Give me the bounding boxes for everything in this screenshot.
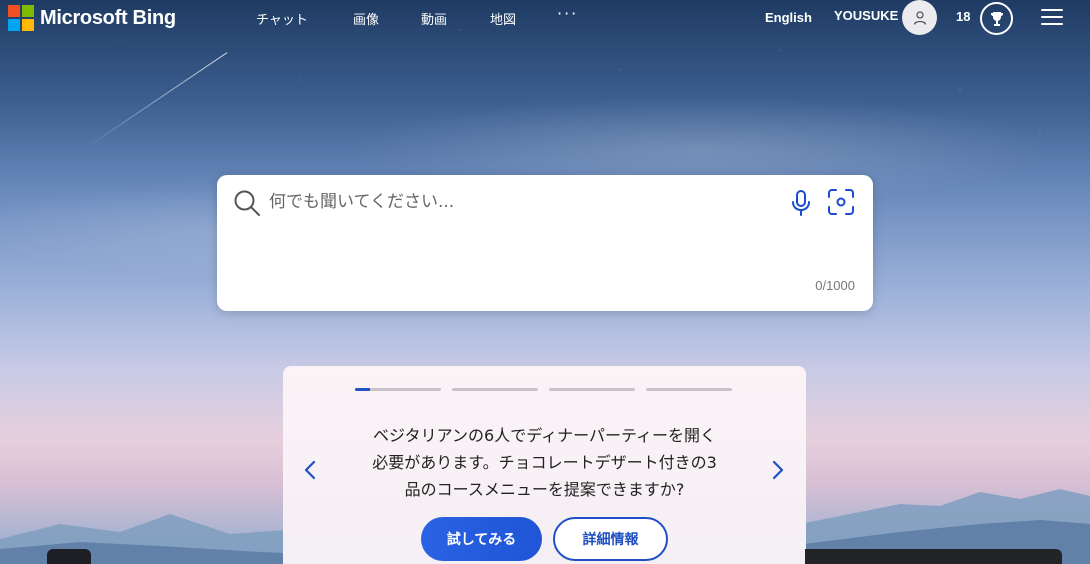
- nav-maps[interactable]: 地図: [490, 9, 516, 28]
- top-header: Microsoft Bing チャット 画像 動画 地図 ··· English…: [0, 0, 1090, 36]
- microsoft-logo-icon: [8, 5, 34, 31]
- suggestion-line-2: 必要があります。チョコレートデザート付きの3: [372, 453, 717, 472]
- character-counter: 0/1000: [815, 278, 855, 293]
- suggestion-line-1: ベジタリアンの6人でディナーパーティーを開く: [373, 426, 716, 445]
- suggestion-text: ベジタリアンの6人でディナーパーティーを開く 必要があります。チョコレートデザー…: [347, 422, 742, 503]
- progress-step-4[interactable]: [646, 388, 732, 391]
- search-input[interactable]: [269, 189, 769, 215]
- feed-tile-left[interactable]: [47, 549, 91, 564]
- user-name[interactable]: YOUSUKE: [834, 8, 898, 23]
- visual-search-icon[interactable]: [827, 188, 855, 220]
- person-icon[interactable]: [902, 0, 937, 35]
- nav-chat[interactable]: チャット: [256, 9, 308, 28]
- nav-more-button[interactable]: ···: [557, 4, 578, 23]
- progress-step-1[interactable]: [355, 388, 441, 391]
- trophy-icon[interactable]: [980, 2, 1013, 35]
- meteor-streak: [81, 52, 228, 151]
- progress-fill: [355, 388, 371, 391]
- progress-step-3[interactable]: [549, 388, 635, 391]
- chevron-left-icon[interactable]: [303, 460, 317, 484]
- carousel-progress: [355, 388, 732, 391]
- hamburger-icon[interactable]: [1041, 9, 1063, 25]
- nav-images[interactable]: 画像: [353, 9, 379, 28]
- microphone-icon[interactable]: [790, 189, 812, 221]
- rewards-points[interactable]: 18: [956, 9, 970, 24]
- feed-tile-right[interactable]: [805, 549, 1062, 564]
- search-icon: [233, 189, 261, 221]
- nav-videos[interactable]: 動画: [421, 9, 447, 28]
- bing-logo[interactable]: Microsoft Bing: [8, 5, 176, 31]
- search-box: 0/1000: [217, 175, 873, 311]
- chevron-right-icon[interactable]: [771, 460, 785, 484]
- learn-more-button[interactable]: 詳細情報: [553, 517, 668, 561]
- suggestion-card: ベジタリアンの6人でディナーパーティーを開く 必要があります。チョコレートデザー…: [283, 366, 806, 564]
- logo-text: Microsoft Bing: [40, 6, 176, 29]
- progress-step-2[interactable]: [452, 388, 538, 391]
- language-toggle[interactable]: English: [765, 10, 812, 25]
- try-it-button[interactable]: 試してみる: [421, 517, 542, 561]
- suggestion-line-3: 品のコースメニューを提案できますか?: [404, 480, 685, 499]
